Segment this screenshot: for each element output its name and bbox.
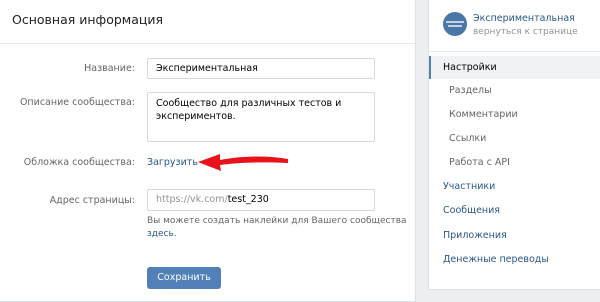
address-prefix: https://vk.com/ (156, 194, 228, 205)
menu-item-money-transfers[interactable]: Денежные переводы (429, 248, 600, 271)
save-button[interactable]: Сохранить (147, 267, 221, 289)
address-label: Адрес страницы: (49, 195, 135, 206)
cover-label: Обложка сообщества: (23, 157, 135, 168)
stickers-hint: Вы можете создать наклейки для Вашего со… (147, 215, 407, 241)
stickers-link[interactable]: здесь (147, 229, 174, 239)
back-to-page-link[interactable]: вернуться к странице (473, 27, 578, 37)
community-avatar (443, 12, 467, 36)
community-name[interactable]: Экспериментальная (473, 13, 575, 24)
menu-item-messages[interactable]: Сообщения (429, 199, 600, 222)
description-label: Описание сообщества: (19, 97, 135, 108)
panel-header: Основная информация (0, 0, 415, 44)
red-arrow-icon (198, 154, 288, 171)
page-title: Основная информация (12, 12, 164, 27)
side-panel: Экспериментальная вернуться к странице Н… (428, 0, 600, 290)
menu-item-sections[interactable]: Разделы (429, 79, 600, 102)
menu-item-apps[interactable]: Приложения (429, 224, 600, 247)
menu-item-comments[interactable]: Комментарии (429, 103, 600, 126)
menu-item-members[interactable]: Участники (429, 175, 600, 198)
address-value: test_230 (227, 194, 269, 205)
name-label: Название: (84, 63, 135, 74)
name-field[interactable]: Экспериментальная (147, 58, 375, 79)
hint-end: . (173, 229, 177, 239)
main-panel: Основная информация Название: Эксперимен… (0, 0, 416, 302)
menu-item-api[interactable]: Работа с API (429, 151, 600, 174)
cover-upload-link[interactable]: Загрузить (147, 157, 198, 168)
community-header[interactable]: Экспериментальная вернуться к странице (429, 0, 600, 52)
menu-item-links[interactable]: Ссылки (429, 127, 600, 150)
hint-text: Вы можете создать наклейки для Вашего со… (147, 216, 407, 226)
address-field[interactable]: https://vk.com/test_230 (147, 189, 375, 211)
description-textarea[interactable]: Сообщество для различных тестов и экспер… (147, 92, 375, 142)
menu-item-settings[interactable]: Настройки (429, 56, 600, 79)
